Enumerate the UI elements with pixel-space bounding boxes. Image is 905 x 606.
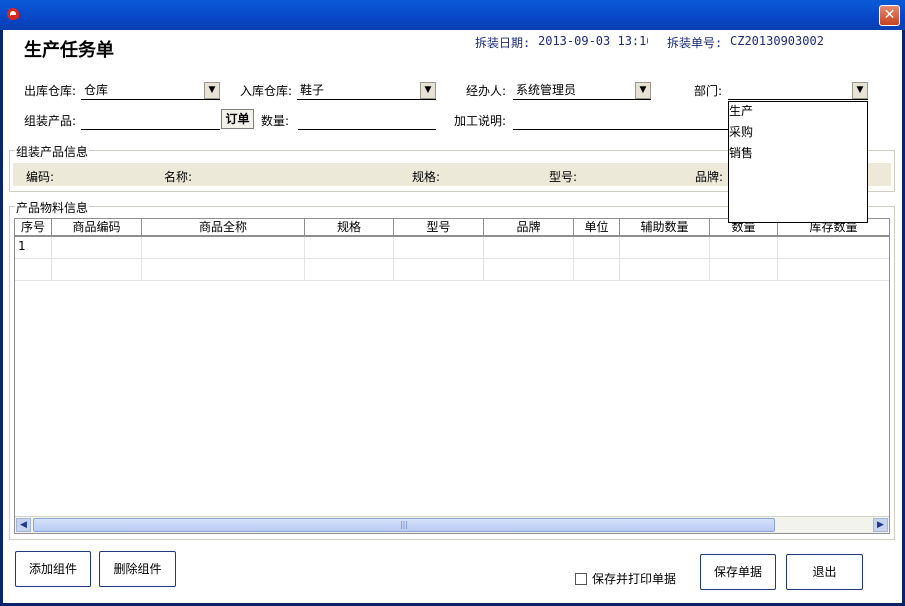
exit-button[interactable]: 退出 (786, 554, 863, 590)
quantity-label: 数量: (261, 114, 290, 128)
materials-title: 产品物料信息 (15, 199, 90, 216)
column-header[interactable]: 品牌 (484, 219, 574, 235)
scroll-right-icon[interactable]: ▶ (873, 518, 888, 532)
table-cell[interactable] (305, 259, 394, 281)
table-cell[interactable] (142, 237, 305, 259)
code-label: 编码: (26, 170, 55, 184)
in-warehouse-label: 入库仓库: (240, 84, 293, 98)
close-icon: ✕ (883, 7, 896, 23)
model-label: 型号: (549, 170, 578, 184)
department-select[interactable]: ▼ (728, 81, 868, 100)
department-dropdown-list[interactable]: 生产 采购 销售 (728, 101, 868, 223)
add-component-button[interactable]: 添加组件 (15, 551, 91, 587)
table-row[interactable] (15, 259, 889, 281)
title-bar: ✕ (0, 0, 905, 30)
dialog-client-area: 生产任务单 拆装日期: 2013-09-03 13:16 拆装单号: CZ201… (3, 30, 902, 603)
table-cell[interactable] (394, 237, 484, 259)
dropdown-arrow-icon[interactable]: ▼ (204, 82, 220, 99)
in-warehouse-select[interactable]: 鞋子 ▼ (297, 81, 436, 100)
table-cell[interactable] (620, 259, 710, 281)
column-header[interactable]: 序号 (15, 219, 52, 235)
out-warehouse-value: 仓库 (84, 83, 109, 97)
assembled-product-label: 组装产品: (24, 114, 77, 128)
table-cell[interactable] (778, 259, 889, 281)
column-header[interactable]: 型号 (394, 219, 484, 235)
department-label: 部门: (694, 84, 723, 98)
disassembly-no-value: CZ20130903002 (730, 34, 824, 48)
table-cell[interactable]: 1 (15, 237, 52, 259)
column-header[interactable]: 商品编码 (52, 219, 142, 235)
scroll-thumb[interactable]: ||| (33, 518, 775, 532)
dropdown-arrow-icon[interactable]: ▼ (635, 82, 651, 99)
save-button[interactable]: 保存单据 (700, 554, 776, 590)
table-row[interactable]: 1 (15, 237, 889, 259)
page-title: 生产任务单 (24, 40, 114, 61)
disassembly-date-label: 拆装日期: (475, 36, 531, 50)
window: ✕ 生产任务单 拆装日期: 2013-09-03 13:16 拆装单号: CZ2… (0, 0, 905, 606)
column-header[interactable]: 商品全称 (142, 219, 305, 235)
handler-label: 经办人: (466, 84, 507, 98)
scroll-left-icon[interactable]: ◀ (16, 518, 31, 532)
save-and-print-label: 保存并打印单据 (592, 572, 677, 586)
horizontal-scrollbar[interactable]: ◀ ||| ▶ (15, 516, 889, 533)
table-cell[interactable] (778, 237, 889, 259)
handler-select[interactable]: 系统管理员 ▼ (513, 81, 651, 100)
name-label: 名称: (164, 170, 193, 184)
table-cell[interactable] (484, 237, 574, 259)
in-warehouse-value: 鞋子 (300, 83, 325, 97)
quantity-input[interactable] (298, 111, 436, 130)
table-cell[interactable] (484, 259, 574, 281)
spec-label: 规格: (412, 170, 441, 184)
table-cell[interactable] (620, 237, 710, 259)
table-cell[interactable] (305, 237, 394, 259)
assembled-product-input[interactable] (81, 111, 220, 130)
materials-grid[interactable]: 序号 商品编码 商品全称 规格 型号 品牌 单位 辅助数量 数量 库存数量 1 ◀ ||| ▶ (14, 218, 890, 534)
column-header[interactable]: 单位 (574, 219, 620, 235)
close-button[interactable]: ✕ (879, 5, 900, 26)
brand-label: 品牌: (695, 170, 724, 184)
disassembly-date-value: 2013-09-03 13:16 (538, 34, 648, 48)
table-cell[interactable] (52, 237, 142, 259)
out-warehouse-select[interactable]: 仓库 ▼ (81, 81, 220, 100)
processing-note-label: 加工说明: (454, 114, 507, 128)
assembled-info-title: 组装产品信息 (15, 143, 90, 160)
table-cell[interactable] (574, 259, 620, 281)
app-logo-icon (7, 8, 19, 20)
processing-note-input[interactable] (513, 111, 731, 130)
order-button[interactable]: 订单 (221, 109, 254, 129)
delete-component-button[interactable]: 删除组件 (99, 551, 176, 587)
table-cell[interactable] (142, 259, 305, 281)
dropdown-arrow-icon[interactable]: ▼ (420, 82, 436, 99)
table-cell[interactable] (710, 259, 778, 281)
disassembly-no-label: 拆装单号: (667, 36, 723, 50)
save-and-print-checkbox[interactable] (575, 573, 587, 585)
out-warehouse-label: 出库仓库: (24, 84, 77, 98)
column-header[interactable]: 规格 (305, 219, 394, 235)
table-cell[interactable] (710, 237, 778, 259)
column-header[interactable]: 辅助数量 (620, 219, 710, 235)
table-cell[interactable] (15, 259, 52, 281)
handler-value: 系统管理员 (516, 83, 577, 97)
department-option[interactable]: 销售 (729, 144, 753, 161)
department-option[interactable]: 生产 (729, 102, 753, 119)
table-cell[interactable] (574, 237, 620, 259)
department-option[interactable]: 采购 (729, 123, 753, 140)
dropdown-arrow-icon[interactable]: ▼ (852, 82, 868, 99)
table-cell[interactable] (52, 259, 142, 281)
table-cell[interactable] (394, 259, 484, 281)
